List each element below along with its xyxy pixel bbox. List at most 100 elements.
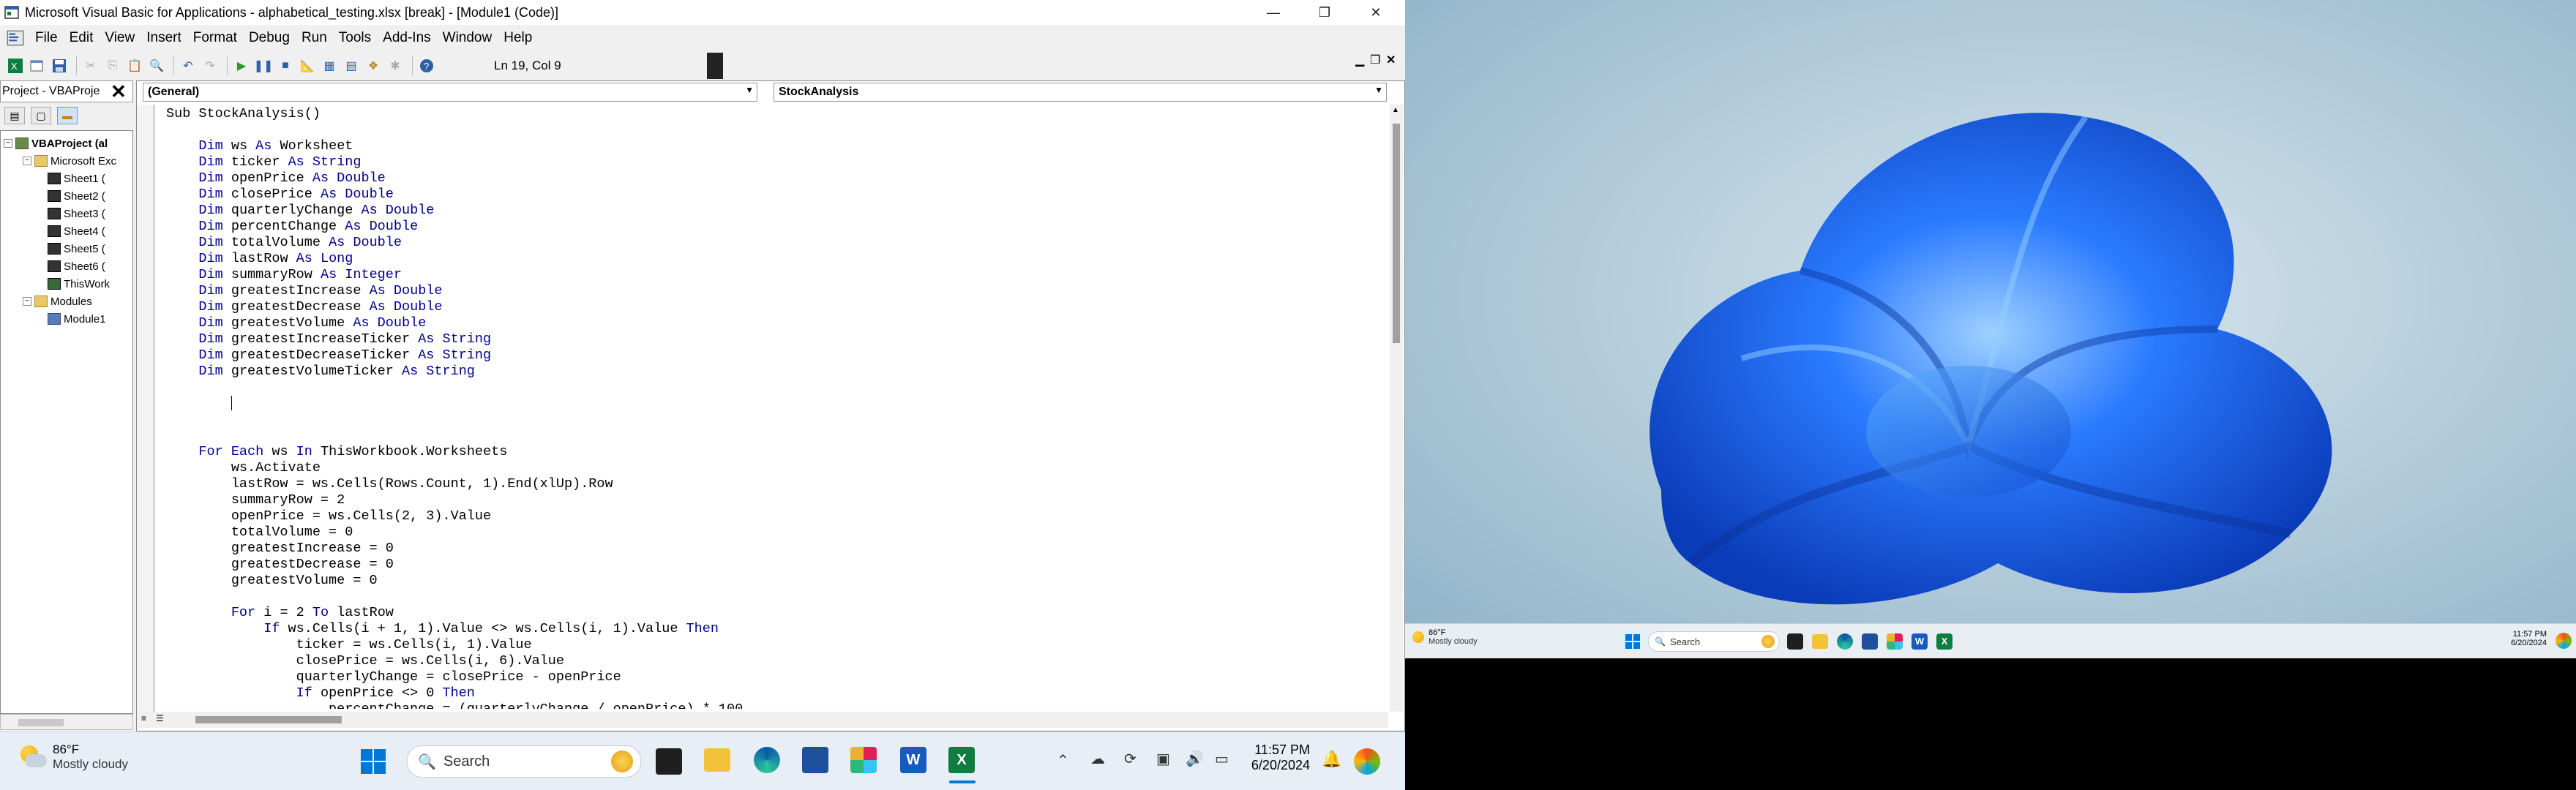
design-mode-button[interactable]: 📐 [298,56,317,75]
code-line[interactable] [166,412,1381,428]
menu-insert[interactable]: Insert [141,30,187,46]
mdi-close-icon[interactable]: ✕ [1386,53,1396,67]
code-line[interactable]: If ws.Cells(i + 1, 1).Value <> ws.Cells(… [166,621,1381,637]
file-explorer-icon[interactable] [704,748,730,772]
menu-edit[interactable]: Edit [64,30,100,46]
module-code-icon[interactable] [6,29,25,48]
tree-vbaproject[interactable]: − VBAProject (al [4,135,108,151]
copilot-icon[interactable] [2556,633,2572,649]
code-line[interactable]: openPrice = ws.Cells(2, 3).Value [166,508,1381,524]
mdi-restore-icon[interactable]: ❐ [1370,53,1380,67]
code-line[interactable]: Dim ws As Worksheet [166,138,1381,154]
excel-taskbar-icon[interactable]: X [1936,633,1952,650]
cut-button[interactable]: ✂ [81,56,100,75]
properties-button[interactable]: ▤ [342,56,361,75]
view-object-button[interactable]: ▢ [31,107,51,124]
object-dropdown[interactable]: (General) ▼ [143,83,757,102]
procedure-view-icon[interactable]: ≡ [141,713,146,723]
code-line[interactable]: Dim quarterlyChange As Double [166,203,1381,219]
paste-button[interactable]: 📋 [125,56,144,75]
edge-icon[interactable] [1837,633,1853,650]
weather-widget[interactable]: 86°F Mostly cloudy [1412,628,1478,646]
tree-sheet[interactable]: Sheet4 ( [48,223,105,239]
code-line[interactable]: Dim greatestIncrease As Double [166,283,1381,299]
menu-debug[interactable]: Debug [243,30,296,46]
code-line[interactable]: summaryRow = 2 [166,492,1381,508]
close-pane-icon[interactable]: ✕ [111,80,127,103]
tree-thisworkbook[interactable]: ThisWork [48,276,110,292]
scroll-up-icon[interactable]: ▲ [1392,106,1399,114]
weather-widget[interactable]: 86°F Mostly cloudy [18,742,128,772]
code-line[interactable]: For i = 2 To lastRow [166,605,1381,621]
word-icon[interactable]: W [900,747,926,773]
menu-help[interactable]: Help [498,30,538,46]
tree-sheet[interactable]: Sheet3 ( [48,206,105,222]
code-hscrollbar[interactable]: ≡ ☰ [137,712,1388,728]
save-button[interactable] [50,56,69,75]
code-line[interactable] [166,122,1381,138]
code-line[interactable]: Dim closePrice As Double [166,187,1381,203]
volume-icon[interactable]: 🔊 [1186,750,1204,768]
code-line[interactable]: totalVolume = 0 [166,524,1381,541]
word-icon[interactable]: W [1912,633,1928,650]
code-line[interactable]: greatestIncrease = 0 [166,541,1381,557]
edge-icon[interactable] [754,747,780,773]
object-browser-button[interactable]: ❖ [364,56,383,75]
toolbar-overflow-handle[interactable] [707,53,723,79]
view-excel-button[interactable]: X [6,56,25,75]
insert-userform-button[interactable] [28,56,47,75]
battery-icon[interactable]: ▭ [1215,750,1229,768]
code-line[interactable] [166,380,1381,396]
code-line[interactable]: ws.Activate [166,460,1381,476]
tree-sheet[interactable]: Sheet2 ( [48,188,105,204]
view-code-button[interactable]: ▤ [4,107,25,124]
margin-indicator-bar[interactable] [137,105,154,712]
menu-add-ins[interactable]: Add-Ins [377,30,436,46]
toolbox-button[interactable]: ✱ [386,56,405,75]
collapse-icon[interactable]: − [23,157,31,165]
taskbar-search[interactable]: 🔍 Search [1648,631,1780,652]
find-button[interactable]: 🔍 [147,56,166,75]
menu-file[interactable]: File [29,30,64,46]
code-line[interactable]: Dim summaryRow As Integer [166,267,1381,283]
start-button[interactable] [1625,633,1641,650]
slack-icon[interactable] [1887,633,1903,650]
reset-button[interactable]: ■ [276,56,295,75]
code-line[interactable]: Dim openPrice As Double [166,170,1381,187]
minimize-button[interactable]: — [1248,0,1299,25]
code-line[interactable]: percentChange = (quarterlyChange / openP… [166,701,1381,709]
code-line[interactable]: Dim greatestVolumeTicker As String [166,364,1381,380]
mdi-minimize-icon[interactable]: ▁ [1355,53,1364,67]
start-button[interactable] [360,748,386,775]
onedrive-icon[interactable]: ☁ [1090,750,1105,768]
code-line[interactable]: Dim totalVolume As Double [166,235,1381,251]
tree-excel-objects-folder[interactable]: − Microsoft Exc [23,153,116,169]
tree-sheet[interactable]: Sheet5 ( [48,241,105,257]
task-view-icon[interactable] [656,748,682,775]
code-line[interactable]: Dim greatestVolume As Double [166,315,1381,331]
store-icon[interactable] [1862,633,1878,650]
code-line[interactable]: Dim ticker As String [166,154,1381,170]
code-line[interactable]: Dim greatestIncreaseTicker As String [166,331,1381,347]
code-line[interactable]: ticker = ws.Cells(i, 1).Value [166,637,1381,653]
menu-format[interactable]: Format [187,30,243,46]
excel-taskbar-icon[interactable]: X [948,747,975,773]
code-line[interactable]: greatestVolume = 0 [166,573,1381,589]
code-line[interactable]: Sub StockAnalysis() [166,106,1381,122]
restore-button[interactable]: ❐ [1299,0,1350,25]
taskbar-search[interactable]: 🔍 Search [407,745,641,778]
code-editor[interactable]: Sub StockAnalysis() Dim ws As Worksheet … [166,106,1381,709]
menu-tools[interactable]: Tools [333,30,377,46]
tree-sheet[interactable]: Sheet1 ( [48,170,105,187]
procedure-dropdown[interactable]: StockAnalysis ▼ [774,83,1387,102]
code-line[interactable]: lastRow = ws.Cells(Rows.Count, 1).End(xl… [166,476,1381,492]
code-line[interactable]: Dim greatestDecrease As Double [166,299,1381,315]
collapse-icon[interactable]: − [4,139,12,148]
taskbar-clock[interactable]: 11:57 PM 6/20/2024 [2503,630,2547,647]
scroll-thumb[interactable] [18,719,64,726]
tree-sheet[interactable]: Sheet6 ( [48,258,105,274]
copilot-icon[interactable] [1354,748,1380,775]
code-line[interactable]: greatestDecrease = 0 [166,557,1381,573]
copy-button[interactable]: ⎘ [103,56,122,75]
code-line[interactable]: If openPrice <> 0 Then [166,685,1381,701]
